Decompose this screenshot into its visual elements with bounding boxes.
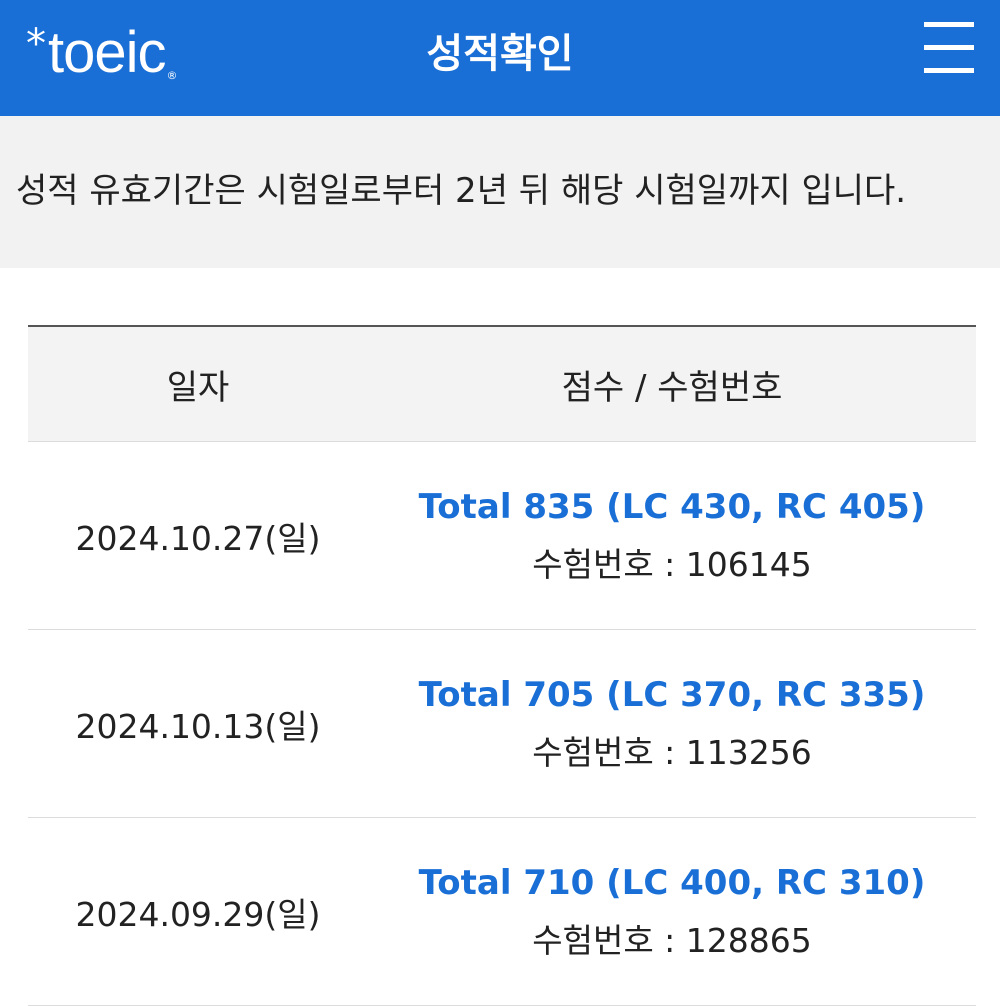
score-cell: Total 705 (LC 370, RC 335) 수험번호 : 113256: [368, 666, 976, 782]
header-score: 점수 / 수험번호: [561, 367, 783, 408]
menu-bar-middle: [924, 45, 974, 50]
exam-number: 수험번호 : 106145: [532, 544, 812, 584]
score-total-link[interactable]: Total 705 (LC 370, RC 335): [368, 666, 976, 724]
table-row: 2024.09.29(일) Total 710 (LC 400, RC 310)…: [28, 818, 976, 1006]
score-table: 일자 점수 / 수험번호 2024.10.27(일) Total 835 (LC…: [28, 325, 976, 1006]
registered-mark: ®: [166, 69, 178, 82]
score-cell: Total 710 (LC 400, RC 310) 수험번호 : 128865: [368, 854, 976, 970]
score-cell: Total 835 (LC 430, RC 405) 수험번호 : 106145: [368, 478, 976, 594]
app-header: * toeic ® 성적확인: [0, 0, 1000, 116]
validity-notice-text: 성적 유효기간은 시험일로부터 2년 뒤 해당 시험일까지 입니다.: [16, 171, 907, 211]
score-total-link[interactable]: Total 710 (LC 400, RC 310): [368, 854, 976, 912]
toeic-logo[interactable]: * toeic ®: [26, 18, 178, 88]
menu-bar-top: [924, 22, 974, 27]
exam-date: 2024.10.13(일): [75, 706, 321, 746]
menu-bar-bottom: [924, 68, 974, 73]
logo-text: toeic: [48, 20, 167, 85]
table-row: 2024.10.13(일) Total 705 (LC 370, RC 335)…: [28, 630, 976, 818]
table-header-row: 일자 점수 / 수험번호: [28, 327, 976, 442]
score-total-link[interactable]: Total 835 (LC 430, RC 405): [368, 478, 976, 536]
table-row: 2024.10.27(일) Total 835 (LC 430, RC 405)…: [28, 442, 976, 630]
exam-date: 2024.09.29(일): [75, 894, 321, 934]
exam-number: 수험번호 : 128865: [532, 920, 812, 960]
hamburger-menu-icon[interactable]: [918, 20, 980, 76]
page-title: 성적확인: [426, 31, 574, 77]
exam-number: 수험번호 : 113256: [532, 732, 812, 772]
validity-notice: 성적 유효기간은 시험일로부터 2년 뒤 해당 시험일까지 입니다.: [0, 116, 1000, 268]
logo-star-icon: *: [26, 21, 46, 67]
exam-date: 2024.10.27(일): [75, 518, 321, 558]
header-date: 일자: [166, 367, 230, 408]
